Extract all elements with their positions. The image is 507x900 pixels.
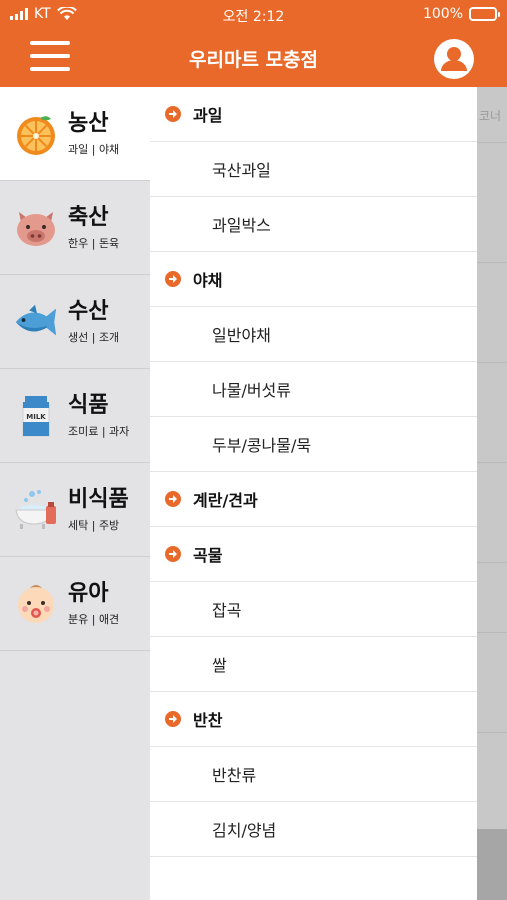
subcategory-header[interactable]: 과일 <box>150 87 477 142</box>
pig-icon <box>12 204 60 252</box>
subcategory-label: 나물/버섯류 <box>212 381 291 400</box>
status-bar: KT 오전 2:12 100% <box>0 0 507 30</box>
svg-text:MILK: MILK <box>26 413 46 421</box>
arrow-right-icon <box>165 106 181 122</box>
category-item-nongsan[interactable]: 농산 과일 | 야채 <box>0 87 150 181</box>
subcategory-label: 계란/견과 <box>193 491 258 510</box>
subcategory-item[interactable]: 반찬류 <box>150 747 477 802</box>
subcategory-header[interactable]: 야채 <box>150 252 477 307</box>
category-item-bisikpum[interactable]: 비식품 세탁 | 주방 <box>0 463 150 557</box>
milk-carton-icon: MILK <box>12 392 60 440</box>
subcategory-label: 야채 <box>193 271 223 290</box>
menu-overlay-backdrop[interactable]: 코너 <box>477 87 507 900</box>
subcategory-label: 과일 <box>193 106 223 125</box>
page-title: 우리마트 모충점 <box>189 49 318 71</box>
battery-icon <box>469 7 500 21</box>
app-header: KT 오전 2:12 100% 우리마트 모충점 <box>0 0 507 87</box>
subcategory-label: 곡물 <box>193 546 223 565</box>
subcategory-label: 과일박스 <box>212 216 271 235</box>
category-sidebar: 농산 과일 | 야채 축산 한우 | 돈육 수산 생선 | 조개 MILK 식품… <box>0 87 150 900</box>
category-item-yua[interactable]: 유아 분유 | 애견 <box>0 557 150 651</box>
category-name: 비식품 <box>68 486 129 512</box>
category-sub: 생선 | 조개 <box>68 330 120 344</box>
subcategory-header[interactable]: 곡물 <box>150 527 477 582</box>
subcategory-label: 국산과일 <box>212 161 271 180</box>
subcategory-item[interactable]: 두부/콩나물/묵 <box>150 417 477 472</box>
bath-tub-icon <box>12 486 60 534</box>
arrow-right-icon <box>165 491 181 507</box>
subcategory-item[interactable]: 과일박스 <box>150 197 477 252</box>
background-page-text: 코너 <box>479 109 502 123</box>
category-item-susan[interactable]: 수산 생선 | 조개 <box>0 275 150 369</box>
category-sub: 과일 | 야채 <box>68 142 120 156</box>
category-item-sikpum[interactable]: MILK 식품 조미료 | 과자 <box>0 369 150 463</box>
category-sub: 분유 | 애견 <box>68 612 120 626</box>
arrow-right-icon <box>165 546 181 562</box>
subcategory-item[interactable]: 국산과일 <box>150 142 477 197</box>
fish-icon <box>12 298 60 346</box>
subcategory-item[interactable]: 잡곡 <box>150 582 477 637</box>
subcategory-panel: 과일 국산과일 과일박스 야채 일반야채 나물/버섯류 두부/콩나물/묵 계란/… <box>150 87 477 900</box>
baby-icon <box>12 580 60 628</box>
subcategory-label: 김치/양념 <box>212 821 277 840</box>
category-name: 수산 <box>68 298 109 324</box>
subcategory-label: 잡곡 <box>212 601 242 620</box>
category-name: 축산 <box>68 204 109 230</box>
subcategory-label: 일반야채 <box>212 326 271 345</box>
category-name: 유아 <box>68 580 109 606</box>
subcategory-item[interactable]: 일반야채 <box>150 307 477 362</box>
subcategory-header[interactable]: 계란/견과 <box>150 472 477 527</box>
arrow-right-icon <box>165 271 181 287</box>
subcategory-header[interactable]: 반찬 <box>150 692 477 747</box>
battery-percent: 100% <box>422 6 463 22</box>
orange-icon <box>12 110 60 158</box>
subcategory-label: 반찬 <box>193 711 223 730</box>
category-sub: 조미료 | 과자 <box>68 424 130 438</box>
subcategory-item[interactable]: 나물/버섯류 <box>150 362 477 417</box>
subcategory-item[interactable]: 쌀 <box>150 637 477 692</box>
subcategory-label: 두부/콩나물/묵 <box>212 436 312 455</box>
category-name: 식품 <box>68 392 109 418</box>
arrow-right-icon <box>165 711 181 727</box>
user-account-icon[interactable] <box>433 38 475 80</box>
subcategory-label: 반찬류 <box>212 766 257 785</box>
category-item-chuksan[interactable]: 축산 한우 | 돈육 <box>0 181 150 275</box>
category-sub: 세탁 | 주방 <box>68 518 120 532</box>
subcategory-label: 쌀 <box>212 656 227 675</box>
category-name: 농산 <box>68 110 109 136</box>
subcategory-item[interactable]: 김치/양념 <box>150 802 477 857</box>
category-sub: 한우 | 돈육 <box>68 236 120 250</box>
